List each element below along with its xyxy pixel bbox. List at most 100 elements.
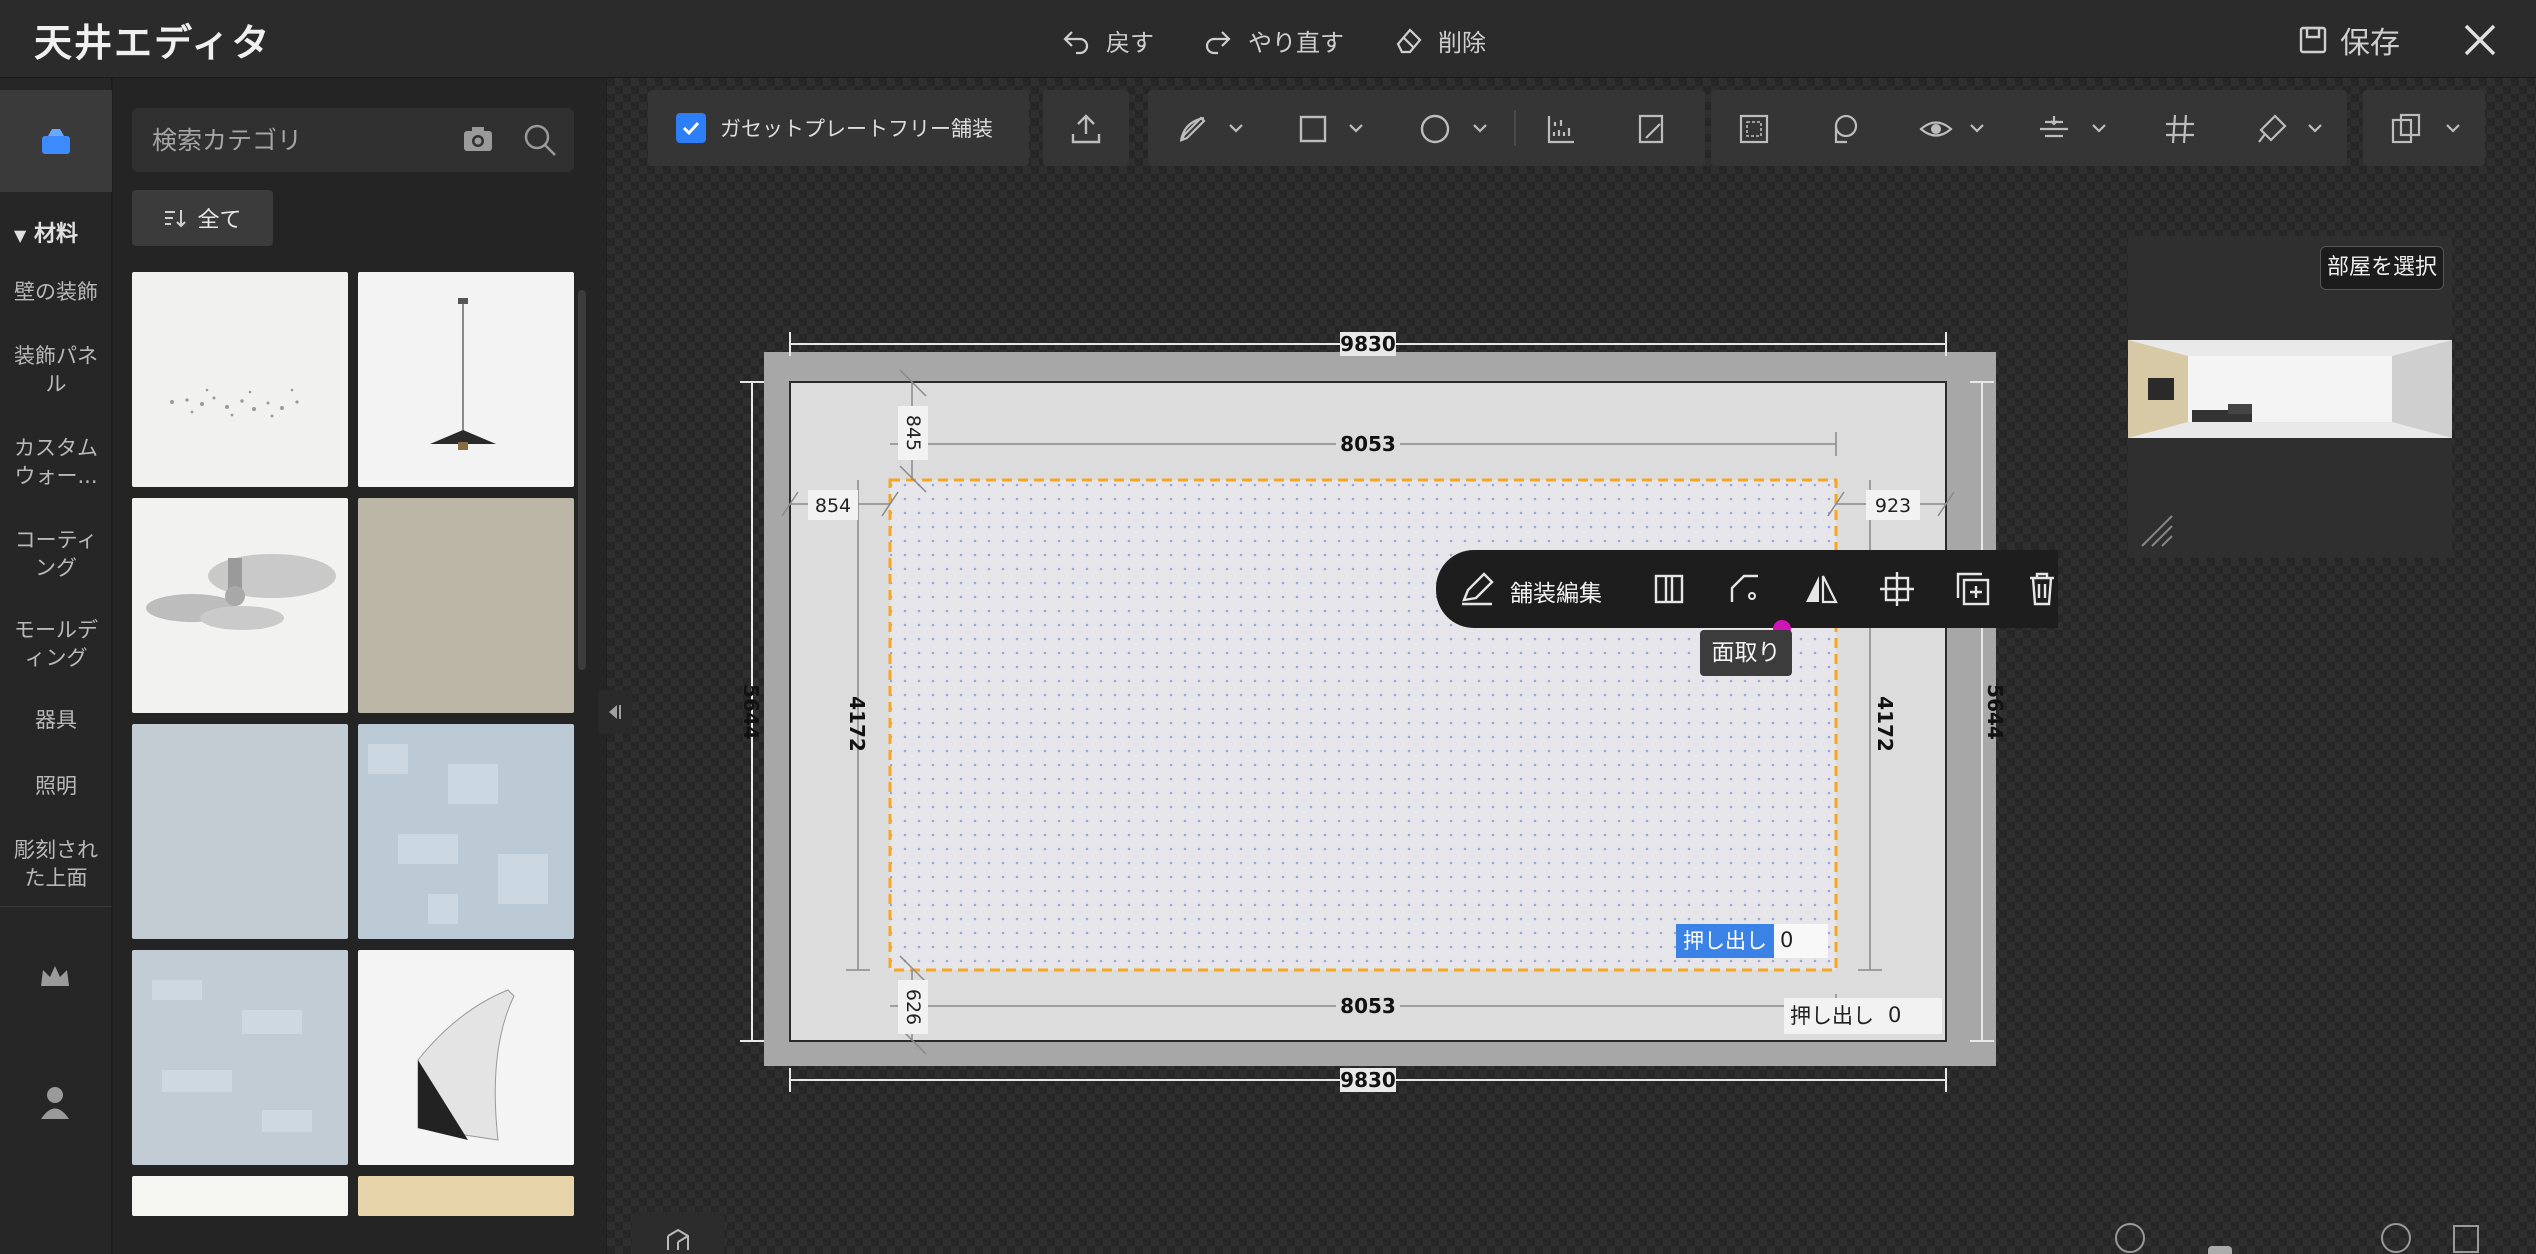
rail-item-lighting[interactable]: 照明	[0, 772, 112, 800]
rail-item-fixtures[interactable]: 器具	[0, 706, 112, 734]
chevron-down-icon[interactable]	[1228, 120, 1244, 136]
room-select-button[interactable]: 部屋を選択	[2320, 246, 2444, 290]
filter-all-button[interactable]: 全て	[132, 190, 273, 246]
catalog-item-white-panel[interactable]	[132, 1176, 348, 1216]
cove-molding-thumbnail	[358, 950, 574, 1165]
eraser-icon	[1396, 28, 1422, 54]
catalog-item-pendant-lamp[interactable]	[358, 272, 574, 487]
inner-width-bottom-label: 8053	[1340, 994, 1396, 1018]
pendant-lamp-thumbnail	[358, 272, 574, 487]
rail-item-coating[interactable]: コーティング	[0, 526, 112, 582]
rail-item-carved-top[interactable]: 彫刻された上面	[0, 836, 112, 892]
materials-tab[interactable]	[0, 90, 112, 192]
user-icon[interactable]	[38, 1084, 72, 1120]
edit-panel-icon[interactable]	[1634, 112, 1668, 146]
extrude-inner-value[interactable]: 0	[1780, 928, 1793, 952]
align-icon[interactable]	[2037, 112, 2071, 146]
gasket-free-toggle[interactable]: ガセットプレートフリー舗装	[648, 90, 1029, 166]
particles-thumbnail	[132, 272, 348, 487]
offset-top-label: 845	[902, 415, 924, 451]
search-input[interactable]	[152, 122, 432, 158]
offset-bottom-label: 626	[902, 989, 924, 1025]
layers-group	[2363, 90, 2485, 166]
catalog-item-ceiling-fan[interactable]	[132, 498, 348, 713]
chevron-down-icon[interactable]	[2091, 120, 2107, 136]
catalog-item-particles[interactable]	[132, 272, 348, 487]
save-button[interactable]: 保存	[2298, 18, 2400, 62]
catalog-item-taupe-panel[interactable]	[358, 498, 574, 713]
fit-view-icon[interactable]	[2448, 1220, 2484, 1254]
view-mode-tab[interactable]	[632, 1212, 724, 1254]
chevron-down-icon[interactable]	[1472, 120, 1488, 136]
ceiling-fan-thumbnail	[132, 498, 348, 713]
ruler-tool-icon[interactable]	[1544, 112, 1578, 146]
crown-icon[interactable]	[38, 962, 72, 992]
materials-section-label: 材料	[33, 222, 78, 247]
gasket-free-label: ガセットプレートフリー舗装	[720, 117, 993, 141]
outer-width-top-label: 9830	[1340, 332, 1396, 356]
paving-edit-label[interactable]: 舗装編集	[1510, 574, 1602, 608]
catalog-item-light-blue-panel[interactable]	[132, 724, 348, 939]
extrude-outer-value[interactable]: 0	[1888, 1003, 1901, 1027]
zoom-in-icon[interactable]	[2378, 1220, 2414, 1254]
ceiling-plan-drawing[interactable]: 9830 9830 8053 8053 5644 5644 4172 4172 …	[730, 310, 2030, 1110]
chevron-down-icon[interactable]	[2445, 120, 2461, 136]
duplicate-icon[interactable]	[1954, 570, 1992, 608]
close-icon[interactable]	[2458, 18, 2502, 62]
outer-height-left-label: 5644	[739, 684, 763, 740]
resize-handle-icon[interactable]	[2134, 508, 2178, 552]
checkbox-checked[interactable]	[676, 113, 706, 143]
chevron-down-icon[interactable]	[1969, 120, 1985, 136]
export-group	[1043, 90, 1129, 166]
pen-tool-icon[interactable]	[1176, 112, 1210, 146]
layers-icon[interactable]	[2389, 112, 2423, 146]
delete-button[interactable]: 削除	[1392, 20, 1486, 60]
frosted-blue-thumbnail	[132, 950, 348, 1165]
rail-item-custom-wall[interactable]: カスタムウォー...	[0, 434, 112, 490]
split-columns-icon[interactable]	[1650, 570, 1688, 608]
zoom-slider-thumb[interactable]	[2208, 1246, 2232, 1254]
materials-section-header[interactable]: ▼ 材料	[14, 216, 78, 248]
paint-brush-icon[interactable]	[2255, 112, 2289, 146]
triangle-down-icon: ▼	[14, 226, 27, 245]
lasso-icon[interactable]	[1827, 112, 1861, 146]
eye-icon[interactable]	[1919, 112, 1953, 146]
undo-button[interactable]: 戻す	[1060, 20, 1154, 60]
circle-tool-icon[interactable]	[1418, 112, 1452, 146]
paving-edit-icon[interactable]	[1458, 570, 1496, 608]
undo-icon	[1063, 31, 1089, 55]
catalog-item-sand-panel[interactable]	[358, 1176, 574, 1216]
outer-height-right-label: 5644	[1983, 684, 2007, 740]
camera-icon[interactable]	[462, 124, 494, 154]
zoom-out-icon[interactable]	[2112, 1220, 2148, 1254]
search-icon[interactable]	[522, 122, 558, 158]
chamfer-icon[interactable]	[1726, 570, 1764, 608]
extrude-field-inner[interactable]: 押し出し 0	[1676, 924, 1828, 958]
trash-icon[interactable]	[2028, 570, 2056, 608]
collapse-panel-button[interactable]	[598, 690, 632, 734]
grid-icon[interactable]	[2163, 112, 2197, 146]
chevron-down-icon[interactable]	[1348, 120, 1364, 136]
mirror-icon[interactable]	[1802, 570, 1840, 608]
select-frame-icon[interactable]	[1737, 112, 1771, 146]
rail-divider	[0, 906, 112, 907]
upload-icon[interactable]	[1069, 112, 1103, 146]
catalog-item-frosted-blue-panel[interactable]	[132, 950, 348, 1165]
rail-item-wall-decor[interactable]: 壁の装飾	[0, 278, 112, 306]
catalog-item-blue-pattern-panel[interactable]	[358, 724, 574, 939]
materials-icon	[42, 129, 70, 154]
extrude-field-outer[interactable]: 押し出し 0	[1784, 998, 1942, 1034]
undo-label: 戻す	[1106, 28, 1154, 57]
redo-button[interactable]: やり直す	[1202, 20, 1344, 60]
room-3d-thumbnail	[2128, 340, 2452, 438]
rail-item-decor-panel[interactable]: 装飾パネル	[0, 342, 112, 398]
catalog-scrollbar[interactable]	[578, 290, 586, 670]
chevron-down-icon[interactable]	[2307, 120, 2323, 136]
catalog-item-cove-molding[interactable]	[358, 950, 574, 1165]
extrude-inner-label: 押し出し	[1683, 929, 1767, 953]
center-move-icon[interactable]	[1878, 570, 1916, 608]
rectangle-tool-icon[interactable]	[1296, 112, 1330, 146]
check-icon	[682, 121, 700, 136]
rail-item-molding[interactable]: モールディング	[0, 616, 112, 672]
draw-tools-group	[1148, 90, 1705, 166]
